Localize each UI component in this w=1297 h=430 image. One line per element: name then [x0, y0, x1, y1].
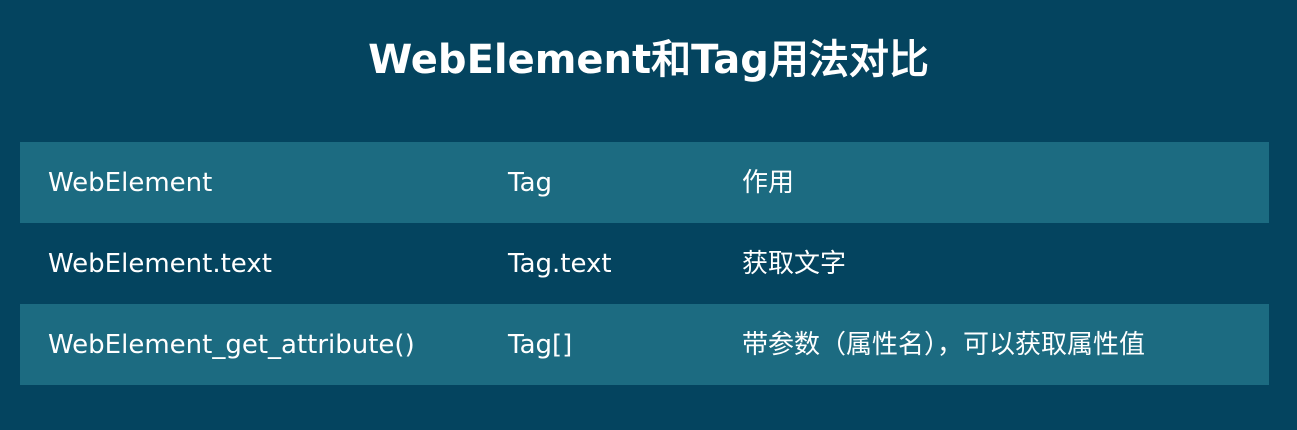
comparison-table: WebElement Tag 作用 WebElement.text Tag.te… — [20, 142, 1269, 385]
table-row: WebElement_get_attribute() Tag[] 带参数（属性名… — [20, 304, 1269, 385]
table-cell: 带参数（属性名），可以获取属性值 — [742, 329, 1146, 360]
slide: WebElement和Tag用法对比 WebElement Tag 作用 Web… — [0, 0, 1297, 430]
table-cell: Tag — [508, 167, 553, 198]
table-cell: WebElement — [48, 167, 213, 198]
table-header-row: WebElement Tag 作用 — [20, 142, 1269, 223]
table-cell: Tag[] — [508, 329, 573, 360]
table-cell: WebElement.text — [48, 248, 272, 279]
slide-title: WebElement和Tag用法对比 — [368, 37, 929, 83]
table-cell: 获取文字 — [742, 248, 847, 279]
table-cell: WebElement_get_attribute() — [48, 329, 415, 360]
table-row: WebElement.text Tag.text 获取文字 — [20, 223, 1269, 304]
table-cell: 作用 — [742, 167, 795, 198]
table-cell: Tag.text — [508, 248, 612, 279]
